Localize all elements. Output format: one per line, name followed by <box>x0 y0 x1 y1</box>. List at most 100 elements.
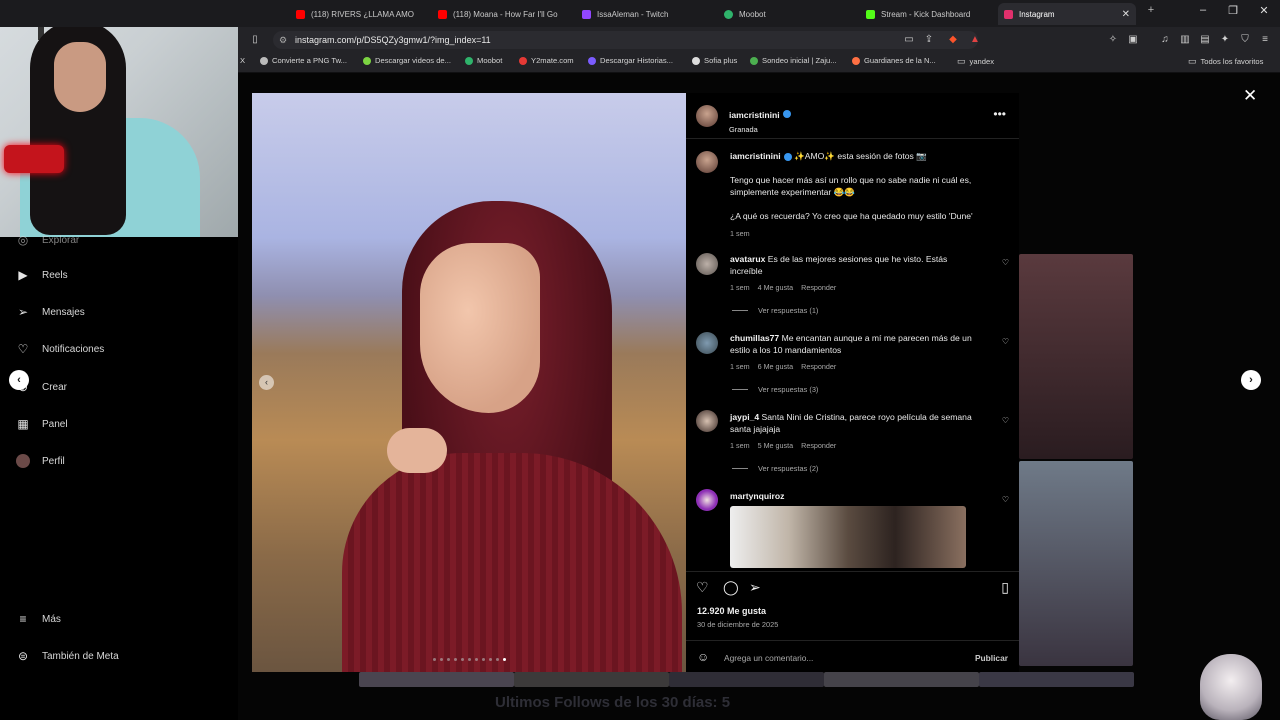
tab-instagram[interactable]: Instagram ✕ <box>998 3 1136 25</box>
commenter-avatar[interactable] <box>696 489 718 511</box>
bookmark-descargar-videos[interactable]: Descargar videos de... <box>363 56 451 65</box>
like-icon[interactable]: ♡ <box>696 579 709 596</box>
reply-button[interactable]: Responder <box>801 362 836 371</box>
microphone <box>4 145 64 173</box>
heart-icon: ♡ <box>17 342 29 356</box>
tab-moana[interactable]: (118) Moana - How Far I'll Go <box>432 3 566 25</box>
next-post-button[interactable]: › <box>1241 370 1261 390</box>
comment-user[interactable]: chumillas77 <box>730 333 779 343</box>
caption-author[interactable]: iamcristinini <box>730 151 781 161</box>
bookmark-sofia-plus[interactable]: Sofia plus <box>692 56 737 65</box>
bookmark-guardianes[interactable]: Guardianes de la N... <box>852 56 936 65</box>
nav-tambien-de-meta[interactable]: ⊜ También de Meta <box>16 649 119 663</box>
share-icon[interactable]: ➢ <box>749 579 761 596</box>
bg-thumbnail[interactable] <box>824 672 979 687</box>
bg-thumbnail[interactable] <box>1019 254 1133 459</box>
bookmark-moobot[interactable]: Moobot <box>465 56 502 65</box>
bg-thumbnail[interactable] <box>669 672 824 687</box>
maximize-button[interactable]: ❐ <box>1223 4 1243 17</box>
publish-button[interactable]: Publicar <box>975 653 1008 663</box>
nav-explorar[interactable]: ◎ Explorar <box>16 233 80 247</box>
comment-likes[interactable]: 5 Me gusta <box>758 441 794 450</box>
view-replies-button[interactable]: Ver respuestas (3) <box>732 385 818 394</box>
post-image[interactable] <box>252 93 686 672</box>
bg-thumbnail[interactable] <box>359 672 514 687</box>
bookmark-sondeo[interactable]: Sondeo inicial | Zaju... <box>750 56 837 65</box>
extensions-icon[interactable]: ✧ <box>1106 33 1120 47</box>
nav-reels[interactable]: ▶ Reels <box>16 268 67 282</box>
menu-icon[interactable]: ≡ <box>1258 33 1272 47</box>
tab-twitch[interactable]: IssaAleman - Twitch <box>576 3 696 25</box>
bg-thumbnail[interactable] <box>1019 461 1133 666</box>
url-field[interactable]: ⚙ instagram.com/p/DS5QZy3gmw1/?img_index… <box>273 31 978 49</box>
nav-notificaciones[interactable]: ♡ Notificaciones <box>16 342 105 356</box>
bookmark-icon[interactable]: ▯ <box>248 33 262 47</box>
compass-icon: ◎ <box>17 233 29 247</box>
comment-like-icon[interactable]: ♡ <box>1002 495 1009 504</box>
media-icon[interactable]: ♫ <box>1158 33 1172 47</box>
guardianes-icon <box>852 56 860 65</box>
nav-mensajes[interactable]: ➢ Mensajes <box>16 305 85 319</box>
sidebar-icon[interactable]: ▥ <box>1178 33 1192 47</box>
view-replies-button[interactable]: Ver respuestas (1) <box>732 306 818 315</box>
tab-moobot[interactable]: Moobot <box>718 3 838 25</box>
view-replies-button[interactable]: Ver respuestas (2) <box>732 464 818 473</box>
capture-icon[interactable]: ▣ <box>1126 33 1140 47</box>
prev-post-button[interactable]: ‹ <box>9 370 29 390</box>
brave-rewards-icon[interactable]: ▲ <box>968 33 982 47</box>
comment-likes[interactable]: 6 Me gusta <box>758 362 794 371</box>
author-avatar[interactable] <box>696 105 718 127</box>
bookmark-yandex[interactable]: ▭ yandex <box>957 56 994 67</box>
wallet-icon[interactable]: ▤ <box>1198 33 1212 47</box>
bookmark-y2mate[interactable]: Y2mate.com <box>519 56 574 65</box>
author-name[interactable]: iamcristinini <box>729 110 780 120</box>
nav-perfil[interactable]: Perfil <box>16 454 65 468</box>
nav-panel[interactable]: ▦ Panel <box>16 417 67 431</box>
bookmark-x[interactable]: X <box>240 56 245 65</box>
emoji-icon[interactable]: ☺ <box>697 650 709 664</box>
leo-icon[interactable]: ✦ <box>1218 33 1232 47</box>
bookmark-convierte-png[interactable]: Convierte a PNG Tw... <box>260 56 347 65</box>
commenter-avatar[interactable] <box>696 253 718 275</box>
close-modal-icon[interactable]: ✕ <box>1243 86 1257 106</box>
bg-thumbnail[interactable] <box>979 672 1134 687</box>
comment-3: jaypi_4 Santa Nini de Cristina, parece r… <box>730 412 972 422</box>
close-window-button[interactable]: ✕ <box>1254 4 1274 17</box>
comment-user[interactable]: jaypi_4 <box>730 412 759 422</box>
comment-input[interactable]: Agrega un comentario... <box>724 653 813 663</box>
site-info-icon[interactable]: ⚙ <box>279 31 287 49</box>
share-icon[interactable]: ⇪ <box>922 33 936 47</box>
comment-like-icon[interactable]: ♡ <box>1002 258 1009 267</box>
brave-shield-icon[interactable]: ◆ <box>946 33 960 47</box>
close-tab-icon[interactable]: ✕ <box>1122 9 1130 20</box>
comment-user[interactable]: martynquiroz <box>730 491 784 501</box>
comment-image[interactable] <box>730 506 966 568</box>
carousel-prev-button[interactable]: ‹ <box>259 375 274 390</box>
comment-icon[interactable]: ◯ <box>723 579 739 596</box>
comment-likes[interactable]: 4 Me gusta <box>758 283 794 292</box>
new-tab-button[interactable]: + <box>1141 4 1161 16</box>
comment-like-icon[interactable]: ♡ <box>1002 337 1009 346</box>
post-location[interactable]: Granada <box>729 125 791 134</box>
more-options-icon[interactable]: ••• <box>993 107 1006 121</box>
bookmark-all-favorites[interactable]: ▭ Todos los favoritos <box>1188 56 1263 67</box>
minimize-button[interactable]: – <box>1193 4 1213 16</box>
comment-like-icon[interactable]: ♡ <box>1002 416 1009 425</box>
commenter-avatar[interactable] <box>696 410 718 432</box>
save-icon[interactable]: ▯ <box>1001 579 1009 596</box>
tab-kick[interactable]: Stream - Kick Dashboard <box>860 3 990 25</box>
bg-thumbnail[interactable] <box>514 672 669 687</box>
nav-mas[interactable]: ≡ Más <box>16 612 60 626</box>
sofia-icon <box>692 56 700 65</box>
commenter-avatar[interactable] <box>696 332 718 354</box>
reply-button[interactable]: Responder <box>801 283 836 292</box>
reply-button[interactable]: Responder <box>801 441 836 450</box>
bookmark-descargar-historias[interactable]: Descargar Historias... <box>588 56 673 65</box>
like-count[interactable]: 12.920 Me gusta <box>697 606 766 616</box>
vpn-icon[interactable]: ⛉ <box>1238 33 1252 47</box>
comment-user[interactable]: avatarux <box>730 254 765 264</box>
caption-avatar[interactable] <box>696 151 718 173</box>
kick-icon <box>866 9 875 19</box>
screencast-icon[interactable]: ▭ <box>902 33 916 47</box>
tab-rivers[interactable]: (118) RIVERS ¿LLAMA AMO <box>290 3 420 25</box>
